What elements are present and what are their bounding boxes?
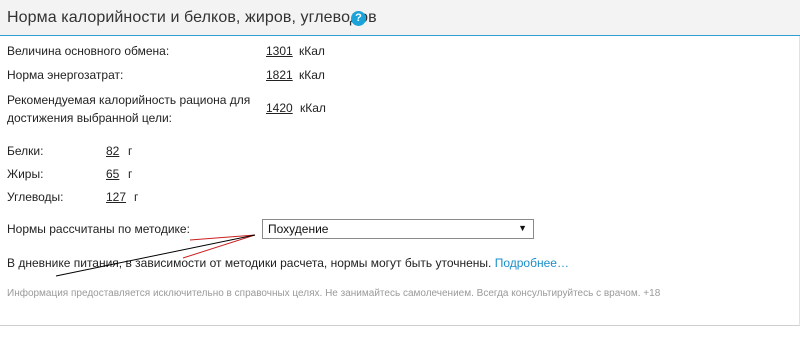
red-annotation-line-1 — [182, 234, 256, 259]
black-annotation-line — [55, 234, 256, 277]
annotation-arrows — [55, 234, 256, 277]
